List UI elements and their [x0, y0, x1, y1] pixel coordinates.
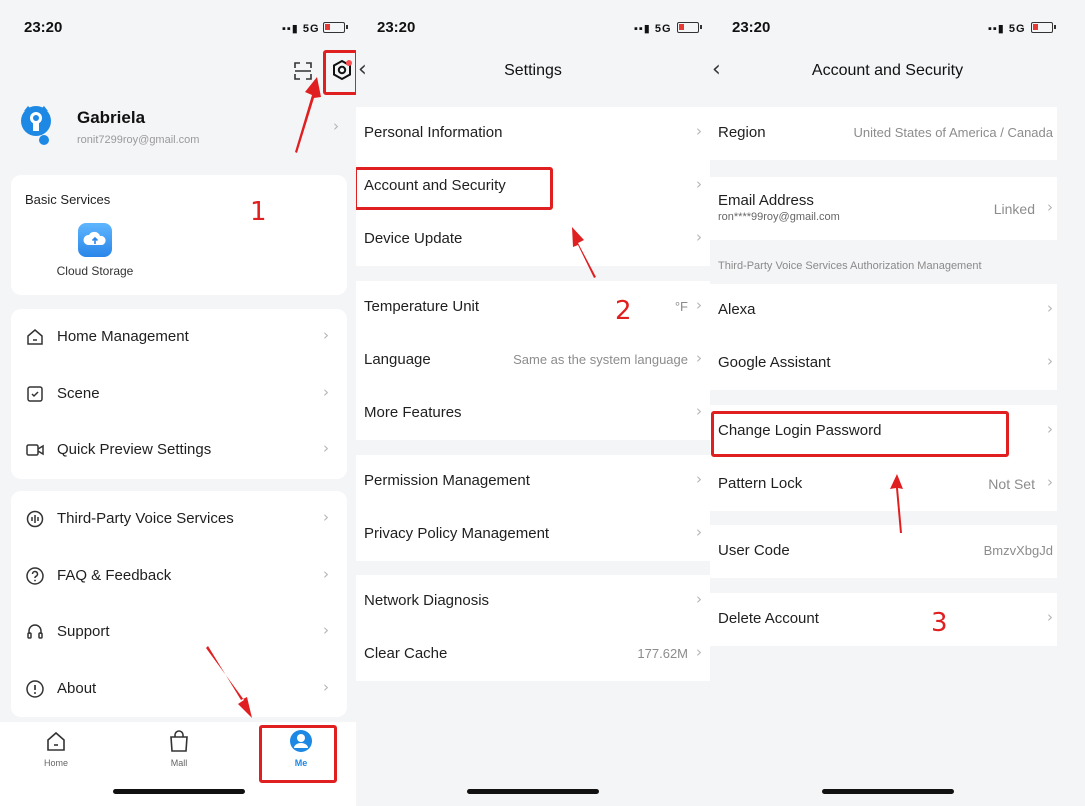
arrow-icon [206, 77, 321, 718]
arrow-icon [572, 227, 596, 278]
arrow-icon [890, 474, 903, 533]
settings-screen: 23:20 ▪▪▮ 5G ‹ Settings Personal Informa… [356, 0, 710, 806]
me-screen: 23:20 ▪▪▮ 5G Gabriela ronit7299roy@gmail… [0, 0, 356, 806]
account-security-screen: 23:20 ▪▪▮ 5G ‹ Account and Security Regi… [710, 0, 1085, 806]
